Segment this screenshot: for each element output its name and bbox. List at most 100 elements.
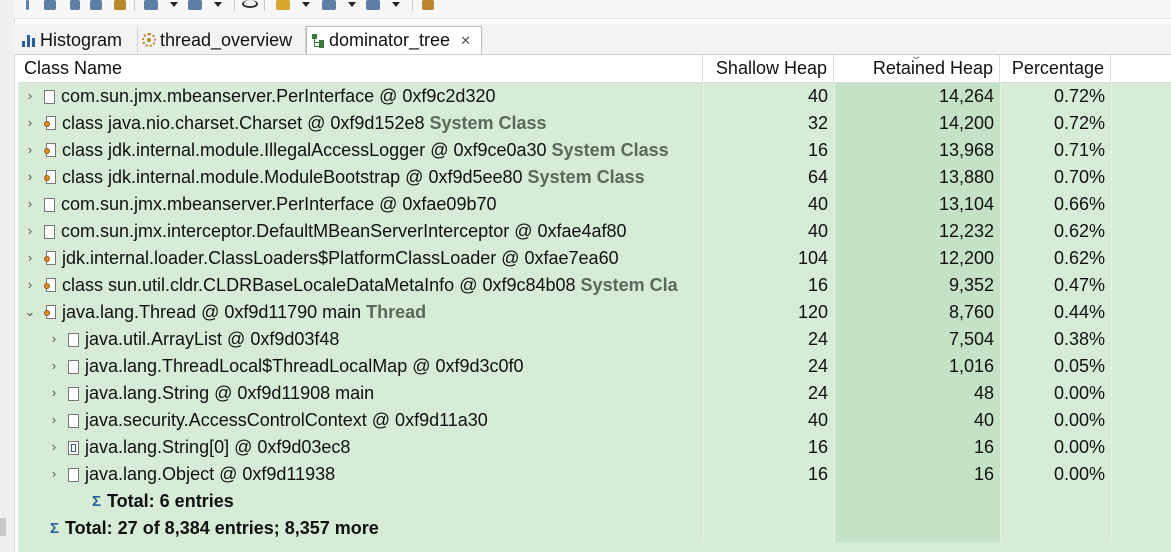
shallow-heap-cell: 32	[807, 113, 828, 133]
expand-chevron-icon[interactable]: ›	[24, 143, 36, 156]
class-name-cell: com.sun.jmx.interceptor.DefaultMBeanServ…	[44, 218, 701, 245]
shallow-heap-cell: 16	[807, 140, 828, 160]
histogram-toolbar-icon[interactable]	[44, 0, 56, 10]
sigma-icon: Σ	[50, 520, 60, 537]
object-label: class jdk.internal.module.ModuleBootstra…	[62, 167, 523, 187]
column-divider	[1000, 515, 1001, 542]
expand-chevron-icon[interactable]: ›	[48, 386, 60, 399]
total-row[interactable]: Σ Total: 27 of 8,384 entries; 8,357 more	[18, 515, 1171, 542]
expand-chevron-icon[interactable]: ›	[24, 116, 36, 129]
retained-heap-cell: 1,016	[948, 356, 994, 376]
table-row[interactable]: › class sun.util.cldr.CLDRBaseLocaleDataM…	[18, 272, 1171, 299]
expand-chevron-icon[interactable]: ›	[24, 170, 36, 183]
column-divider	[1111, 326, 1112, 353]
group-dropdown-icon[interactable]	[302, 2, 310, 7]
class-name-cell: java.lang.ThreadLocal$ThreadLocalMap @ 0…	[68, 353, 701, 380]
percentage-cell: 0.62%	[1053, 221, 1105, 241]
table-row[interactable]: › class jdk.internal.module.IllegalAccess…	[18, 137, 1171, 164]
retained-heap-cell: 13,968	[938, 140, 994, 160]
object-label: jdk.internal.loader.ClassLoaders$Platfor…	[62, 248, 619, 268]
splitter-handle[interactable]	[0, 518, 6, 536]
query-dropdown-icon[interactable]	[214, 2, 222, 7]
reports-dropdown-icon[interactable]	[170, 2, 178, 7]
table-row[interactable]: › class java.nio.charset.Charset @ 0xf9d1…	[18, 110, 1171, 137]
export-dropdown-icon[interactable]	[392, 2, 400, 7]
column-divider	[1111, 191, 1112, 218]
expand-chevron-icon[interactable]: ›	[24, 224, 36, 237]
retained-heap-cell: 16	[973, 464, 994, 484]
column-divider	[1111, 137, 1112, 164]
table-row[interactable]: › java.lang.String @ 0xf9d11908 main 24 48 0…	[18, 380, 1171, 407]
calculate-icon[interactable]	[322, 0, 336, 10]
expand-chevron-icon[interactable]: ›	[48, 440, 60, 453]
expand-chevron-icon[interactable]: ›	[48, 413, 60, 426]
search-icon[interactable]	[242, 0, 258, 8]
column-header-class-name[interactable]: Class Name	[18, 55, 703, 82]
column-divider	[1111, 110, 1112, 137]
close-icon[interactable]: ✕	[460, 33, 471, 49]
class-name-cell: java.security.AccessControlContext @ 0xf…	[68, 407, 701, 434]
column-divider	[703, 488, 704, 515]
percentage-cell: 0.05%	[1053, 356, 1105, 376]
table-row[interactable]: › com.sun.jmx.mbeanserver.PerInterface @ …	[18, 83, 1171, 110]
pin-icon[interactable]	[422, 0, 434, 10]
table-row[interactable]: ⌄ java.lang.Thread @ 0xf9d11790 main Threa…	[18, 299, 1171, 326]
column-header-shallow-heap[interactable]: Shallow Heap	[703, 55, 834, 82]
object-label: java.lang.ThreadLocal$ThreadLocalMap @ 0…	[85, 356, 524, 376]
column-header-percentage[interactable]: Percentage	[1000, 55, 1111, 82]
expand-chevron-icon[interactable]: ›	[48, 332, 60, 345]
table-row[interactable]: › com.sun.jmx.interceptor.DefaultMBeanSer…	[18, 218, 1171, 245]
expand-chevron-icon[interactable]: ›	[24, 251, 36, 264]
tab-label: dominator_tree	[329, 30, 451, 50]
object-icon	[68, 332, 79, 347]
table-row[interactable]: › class jdk.internal.module.ModuleBootstr…	[18, 164, 1171, 191]
tab-dominator-tree[interactable]: dominator_tree ✕	[306, 26, 482, 54]
dominator-toolbar-icon[interactable]	[70, 0, 80, 10]
editor-tab-bar: Histogram thread_overview dominator_tree…	[14, 24, 1171, 55]
export-icon[interactable]	[366, 0, 380, 10]
class-icon	[44, 278, 57, 293]
tab-histogram[interactable]: Histogram	[18, 27, 138, 53]
collapse-chevron-icon[interactable]: ⌄	[24, 305, 36, 318]
shallow-heap-cell: 64	[807, 167, 828, 187]
table-row[interactable]: › jdk.internal.loader.ClassLoaders$Platfo…	[18, 245, 1171, 272]
column-divider	[1111, 461, 1112, 488]
info-icon[interactable]	[26, 0, 29, 10]
table-row[interactable]: › java.util.ArrayList @ 0xf9d03f48 24 7,504…	[18, 326, 1171, 353]
object-type-tag: System Class	[551, 140, 669, 160]
tab-thread-overview[interactable]: thread_overview	[138, 27, 306, 53]
group-by-icon[interactable]	[276, 0, 290, 10]
total-row[interactable]: Σ Total: 6 entries	[18, 488, 1171, 515]
table-row[interactable]: › java.lang.Object @ 0xf9d11938 16 16 0.00%	[18, 461, 1171, 488]
table-row[interactable]: › java.lang.ThreadLocal$ThreadLocalMap @ …	[18, 353, 1171, 380]
oql-toolbar-icon[interactable]	[90, 0, 102, 10]
column-divider	[1111, 488, 1112, 515]
sort-descending-icon: ⌄	[909, 51, 923, 62]
class-name-cell: com.sun.jmx.mbeanserver.PerInterface @ 0…	[44, 191, 701, 218]
object-label: java.util.ArrayList @ 0xf9d03f48	[85, 329, 340, 349]
table-header: Class Name Shallow Heap Retained Heap Pe…	[18, 55, 1171, 83]
percentage-cell: 0.38%	[1053, 329, 1105, 349]
toolbar	[14, 0, 1171, 19]
object-label: class jdk.internal.module.IllegalAccessL…	[62, 140, 547, 160]
expand-chevron-icon[interactable]: ›	[48, 359, 60, 372]
left-edge-panel	[0, 0, 15, 552]
expand-chevron-icon[interactable]: ›	[24, 197, 36, 210]
query-browser-icon[interactable]	[188, 0, 202, 10]
expand-chevron-icon[interactable]: ›	[24, 89, 36, 102]
expand-chevron-icon[interactable]: ›	[48, 467, 60, 480]
object-icon	[68, 359, 79, 374]
thread-toolbar-icon[interactable]	[114, 0, 126, 10]
class-icon	[44, 170, 57, 185]
shallow-heap-cell: 104	[797, 248, 828, 268]
column-divider	[1111, 380, 1112, 407]
reports-toolbar-icon[interactable]	[144, 0, 158, 10]
class-name-cell: java.lang.Thread @ 0xf9d11790 main Thread	[44, 299, 701, 326]
dominator-tree-table[interactable]: › com.sun.jmx.mbeanserver.PerInterface @ …	[18, 83, 1171, 552]
table-row[interactable]: › java.lang.String[0] @ 0xf9d03ec8 16 16 0.0…	[18, 434, 1171, 461]
expand-chevron-icon[interactable]: ›	[24, 278, 36, 291]
table-row[interactable]: › java.security.AccessControlContext @ 0x…	[18, 407, 1171, 434]
calculate-dropdown-icon[interactable]	[348, 2, 356, 7]
column-divider	[1111, 434, 1112, 461]
table-row[interactable]: › com.sun.jmx.mbeanserver.PerInterface @ …	[18, 191, 1171, 218]
